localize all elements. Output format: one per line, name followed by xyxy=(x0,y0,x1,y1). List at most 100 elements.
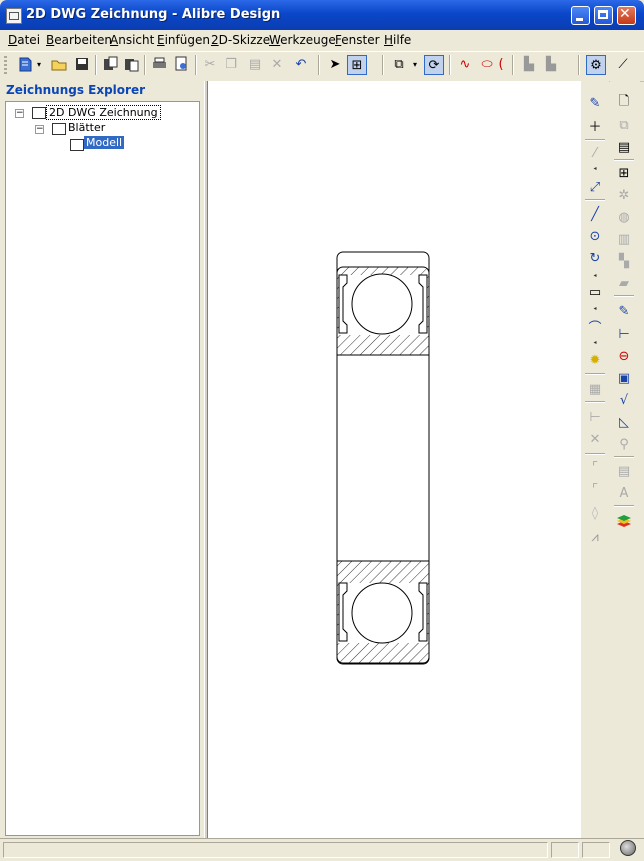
trim-icon[interactable]: ✕ xyxy=(585,429,605,449)
insert-view-icon[interactable]: ⧉ xyxy=(390,55,408,73)
menu-werkzeuge[interactable]: Werkzeuge xyxy=(269,33,336,47)
ball-bottom xyxy=(351,582,413,644)
tree-item-model[interactable]: Modell xyxy=(84,136,125,149)
copy-icon[interactable]: ❐ xyxy=(222,55,240,73)
insert-view-dropdown-icon[interactable]: ▾ xyxy=(410,55,420,73)
sketch-icon[interactable]: ∿ xyxy=(456,55,474,73)
undo-icon[interactable]: ↶ xyxy=(292,55,310,73)
activate-sketch-icon[interactable]: ✎ xyxy=(585,93,605,113)
refresh-icon[interactable]: ⟳ xyxy=(424,55,444,75)
line-icon[interactable]: ╱ xyxy=(585,204,605,224)
sketch-settings-icon[interactable]: ▦ xyxy=(585,379,605,399)
redline-icon[interactable]: ⚙ xyxy=(586,55,606,75)
select-pointer-icon[interactable]: ➤ xyxy=(326,55,344,73)
save-icon[interactable] xyxy=(73,55,91,73)
datum-icon[interactable]: ▣ xyxy=(614,368,634,388)
detail-view-icon[interactable]: ▥ xyxy=(614,229,634,249)
minimize-button[interactable] xyxy=(571,6,590,25)
arc-icon[interactable]: ↻ xyxy=(585,248,605,268)
title-bar: 2D DWG Zeichnung - Alibre Design ✕ xyxy=(0,0,644,30)
center-mark-icon[interactable]: ⊢ xyxy=(614,324,634,344)
status-pane-2 xyxy=(582,842,610,858)
insert-sheet-icon[interactable]: 🗋 xyxy=(614,93,634,113)
fillet-icon[interactable]: ⌜ xyxy=(585,479,605,499)
ball-top xyxy=(351,273,413,335)
tree-toggle-sheets[interactable]: − xyxy=(35,125,44,134)
circle-icon[interactable]: ⊙ xyxy=(585,226,605,246)
print-preview-icon[interactable] xyxy=(172,55,190,73)
maximize-button[interactable] xyxy=(594,6,613,25)
ellipse-point-icon[interactable]: ✹ xyxy=(585,350,605,370)
menu-bearbeiten[interactable]: Bearbeiten xyxy=(46,33,112,47)
select-window-icon[interactable]: ⊞ xyxy=(347,55,367,75)
duplicate-sheet-icon[interactable]: ⧉ xyxy=(614,115,634,135)
mirror-icon[interactable]: ◊ xyxy=(585,503,605,523)
drawing-canvas[interactable] xyxy=(208,81,581,838)
tree-toggle-drawing[interactable]: − xyxy=(15,109,24,118)
toolbar-separator xyxy=(614,456,634,458)
delete-icon[interactable]: ✕ xyxy=(268,55,286,73)
tree-item-sheets[interactable]: Blätter xyxy=(66,121,107,134)
section-view-icon[interactable]: ◍ xyxy=(614,207,634,227)
figure-icon[interactable]: ⩘ xyxy=(585,527,605,547)
open-icon[interactable] xyxy=(50,55,68,73)
paste-document-icon[interactable] xyxy=(122,55,140,73)
tree-item-drawing[interactable]: 2D DWG Zeichnung xyxy=(46,105,161,120)
dimension-icon[interactable]: ⊢ xyxy=(585,407,605,427)
toolbar-separator xyxy=(585,139,605,141)
toolbar-grip[interactable] xyxy=(4,56,7,74)
explorer-title: Zeichnungs Explorer xyxy=(6,83,146,97)
rectangle-icon[interactable]: ▭ xyxy=(585,282,605,302)
copy-document-icon[interactable] xyxy=(101,55,119,73)
app-icon[interactable] xyxy=(6,8,22,24)
menu-hilfe[interactable]: Hilfe xyxy=(384,33,411,47)
properties-icon[interactable]: ( xyxy=(496,55,506,73)
close-button[interactable]: ✕ xyxy=(617,6,636,25)
extend-icon[interactable]: ⤢ xyxy=(585,177,605,197)
dimension-toolbar-icon[interactable]: ⟋ xyxy=(614,55,632,73)
new-icon[interactable] xyxy=(16,55,34,73)
menu-bar: Datei Bearbeiten Ansicht Einfügen 2D-Ski… xyxy=(0,30,644,50)
zoom-icon[interactable]: ⚲ xyxy=(614,434,634,454)
balloon-icon[interactable]: ▤ xyxy=(614,461,634,481)
explorer-tree[interactable]: − 2D DWG Zeichnung − Blätter Modell xyxy=(5,101,200,836)
menu-fenster[interactable]: Fenster xyxy=(335,33,380,47)
center-line-icon[interactable]: ⊖ xyxy=(614,346,634,366)
minimize-icon xyxy=(576,18,583,21)
globe-icon xyxy=(620,840,636,856)
more-icon[interactable]: ◂ xyxy=(585,272,605,280)
auxiliary-view-icon[interactable]: ▰ xyxy=(614,273,634,293)
construction-line-icon[interactable]: ⁄ xyxy=(585,143,605,163)
sheets-icon xyxy=(52,123,66,135)
point-icon[interactable]: ＋ xyxy=(585,115,605,135)
menu-ansicht[interactable]: Ansicht xyxy=(110,33,154,47)
menu-datei[interactable]: Datei xyxy=(8,33,40,47)
menu-einfuegen[interactable]: Einfügen xyxy=(157,33,210,47)
surface-finish-icon[interactable]: √ xyxy=(614,390,634,410)
drawing-toolbar: 🗋 ⧉ ▤ ⊞ ✲ ◍ ▥ ▚ ▰ ✎ ⊢ ⊖ ▣ √ ◺ ⚲ ▤ A xyxy=(610,81,640,838)
status-pane-1 xyxy=(551,842,579,858)
broken-view-icon[interactable]: ▚ xyxy=(614,251,634,271)
more-icon[interactable]: ◂ xyxy=(585,339,605,347)
ellipse-icon[interactable]: ⬭ xyxy=(478,55,496,73)
sheet-format-icon[interactable]: ▤ xyxy=(614,137,634,157)
fillet-sketch-icon[interactable]: ⌒ xyxy=(585,316,605,336)
chamfer-icon[interactable]: ⌜ xyxy=(585,457,605,477)
cut-icon[interactable]: ✂ xyxy=(201,55,219,73)
layers-icon[interactable] xyxy=(614,511,634,531)
new-dropdown-icon[interactable]: ▾ xyxy=(34,55,44,73)
weld-symbol-icon[interactable]: ◺ xyxy=(614,412,634,432)
paste-icon[interactable]: ▤ xyxy=(246,55,264,73)
duplicate-sheet-icon[interactable]: ▙ xyxy=(520,55,538,73)
close-icon: ✕ xyxy=(619,6,631,22)
more-icon[interactable]: ◂ xyxy=(585,305,605,313)
text-icon[interactable]: A xyxy=(614,483,634,503)
copy-sheet-icon[interactable]: ▙ xyxy=(542,55,560,73)
standard-views-icon[interactable]: ⊞ xyxy=(614,163,634,183)
toolbar-separator xyxy=(382,55,384,75)
menu-2d-skizze[interactable]: 2D-Skizze xyxy=(211,33,270,47)
note-icon[interactable]: ✎ xyxy=(614,301,634,321)
more-icon[interactable]: ◂ xyxy=(585,165,605,173)
projected-view-icon[interactable]: ✲ xyxy=(614,185,634,205)
print-icon[interactable] xyxy=(150,55,168,73)
